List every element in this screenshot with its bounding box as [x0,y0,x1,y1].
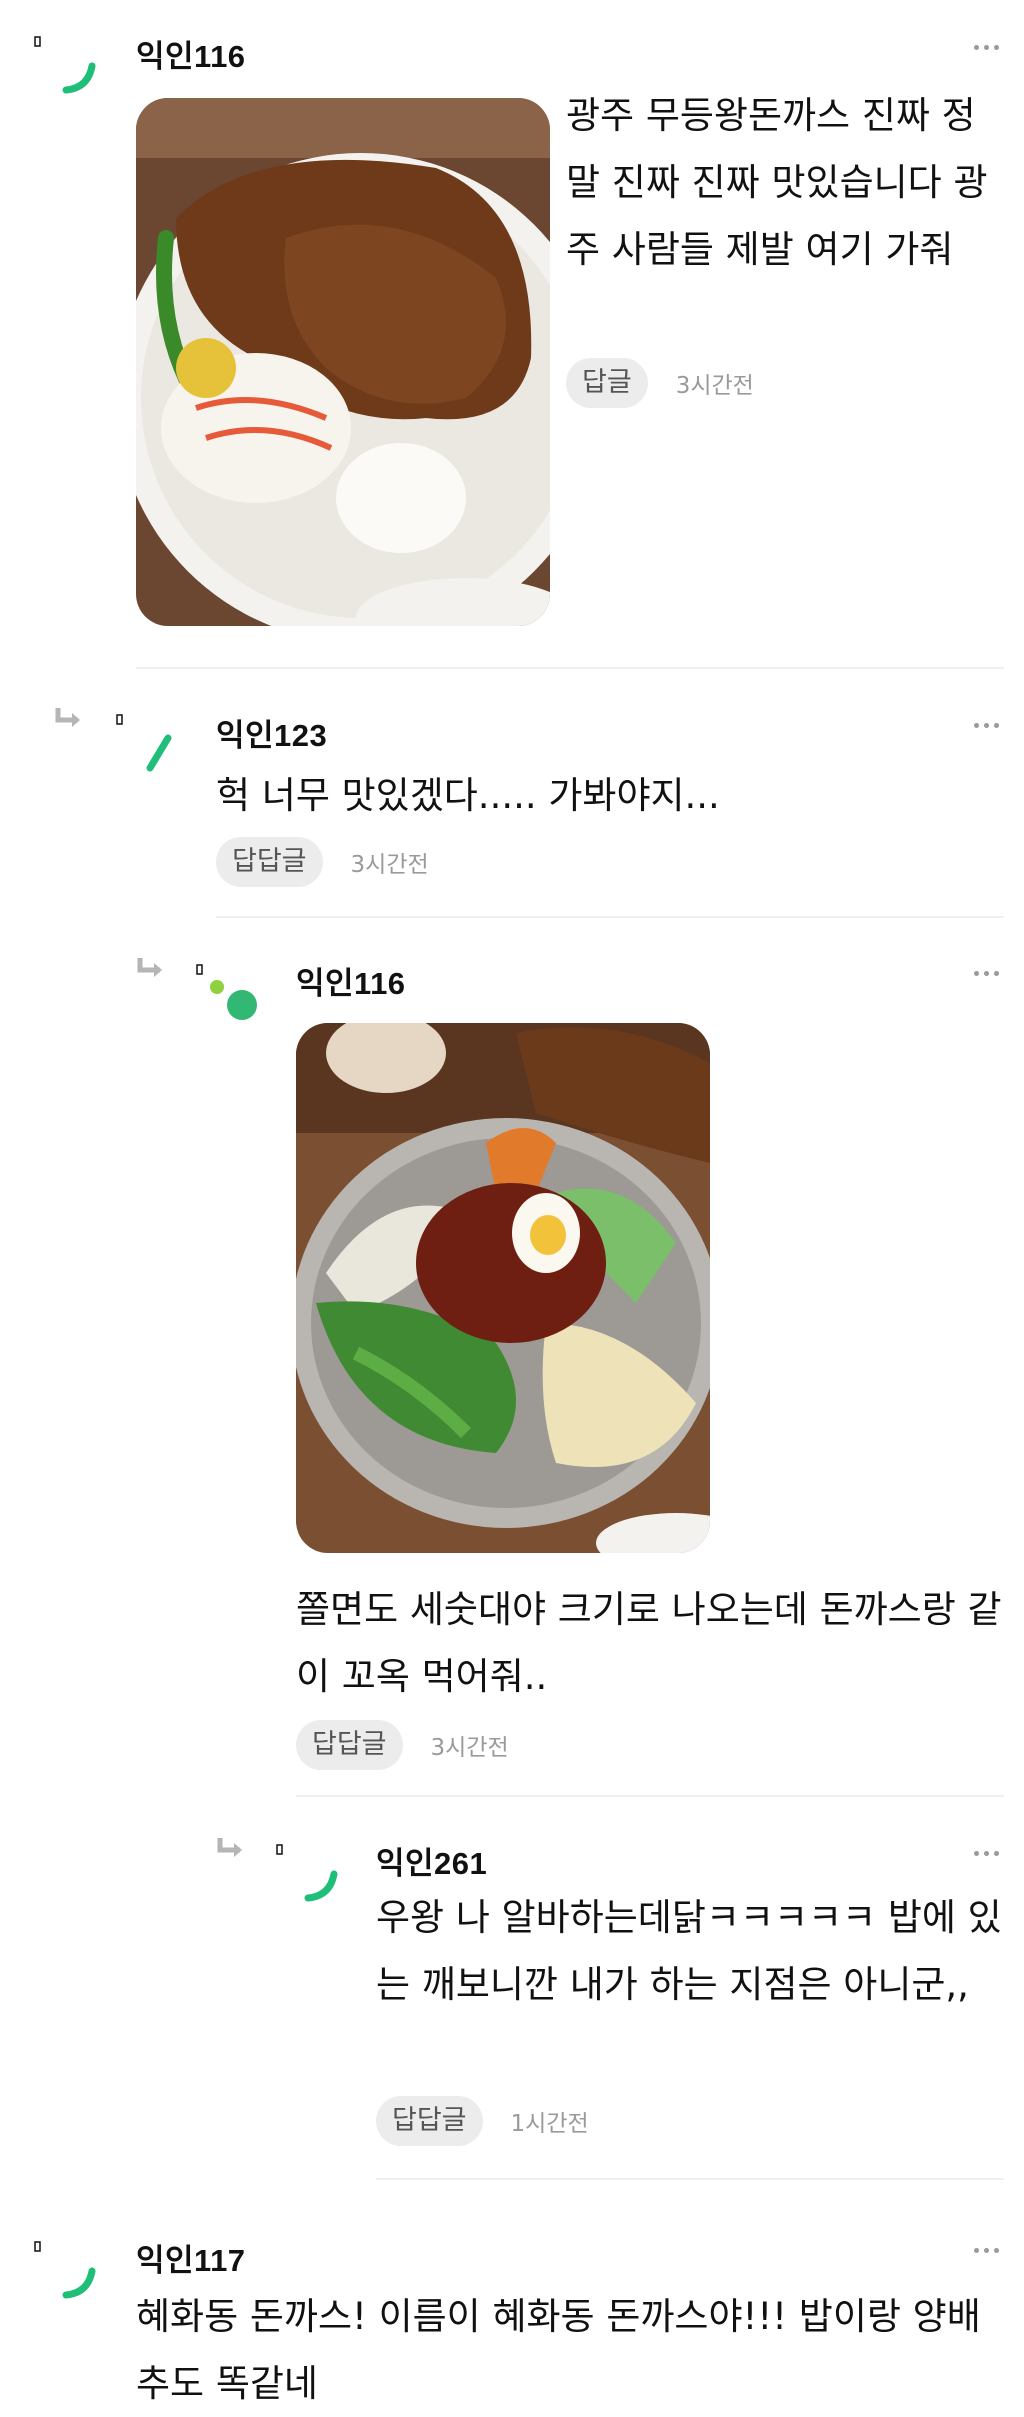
comment-author: 익인261 [376,1846,488,1881]
divider [376,2178,1004,2180]
comment-author: 익인116 [136,39,246,74]
anonymous-avatar-icon [276,1844,338,1902]
reply-button[interactable]: 답답글 [296,1720,403,1770]
comment-meta: 답글 3시간전 [566,358,754,408]
more-dots-icon[interactable] [966,958,1006,988]
comment-text: 헉 너무 맛있겠다..... 가봐야지... [216,774,720,817]
comment-author: 익인117 [136,2243,246,2278]
comment-text: 우왕 나 알바하는데닭ㅋㅋㅋㅋㅋ 밥에 있는 깨보니깐 내가 하는 지점은 아니… [376,1896,1002,2006]
divider [216,916,1004,918]
divider [296,1795,1004,1797]
avatar[interactable] [28,32,108,102]
avatar[interactable] [190,960,270,1030]
comment-author: 익인116 [296,966,406,1001]
reply-button[interactable]: 답글 [566,358,648,408]
comment-time: 3시간전 [350,852,429,878]
more-dots-icon[interactable] [966,1838,1006,1868]
comment-item: 익인116 쫄면도 세숫대야 크기로 나오는데 돈까스랑 같이 꼬옥 먹어줘..… [0,928,1024,1798]
comment-author: 익인123 [216,718,328,753]
more-dots-icon[interactable] [966,710,1006,740]
comment-time: 3시간전 [430,1735,509,1761]
comment-time: 3시간전 [675,373,754,399]
reply-arrow-icon [54,706,84,732]
anonymous-avatar-icon [116,714,172,772]
anonymous-avatar-icon [34,36,96,94]
comment-item: 익인116 광주 무등왕돈까스 진짜 정말 진짜 진짜 맛있습니다 광주 사람들… [0,0,1024,680]
donkatsu-plate-photo[interactable] [136,98,550,626]
comment-time: 1시간전 [510,2111,589,2137]
reply-button[interactable]: 답답글 [376,2096,483,2146]
comment-text: 광주 무등왕돈까스 진짜 정말 진짜 진짜 맛있습니다 광주 사람들 제발 여기… [566,94,988,271]
reply-arrow-icon [216,1836,246,1862]
comment-text: 혜화동 돈까스! 이름이 혜화동 돈까스야!!! 밥이랑 양배추도 똑같네 [136,2295,981,2405]
reply-arrow-icon [136,956,166,982]
anonymous-avatar-icon [196,964,257,1020]
comment-meta: 답답글 3시간전 [296,1720,509,1770]
comment-text: 쫄면도 세숫대야 크기로 나오는데 돈까스랑 같이 꼬옥 먹어줘.. [296,1588,1002,1698]
comment-meta: 답답글 1시간전 [376,2096,589,2146]
comment-item: 익인123 헉 너무 맛있겠다..... 가봐야지... 답답글 3시간전 [0,680,1024,920]
avatar[interactable] [28,2237,108,2307]
more-dots-icon[interactable] [966,2235,1006,2265]
avatar[interactable] [270,1840,350,1910]
anonymous-avatar-icon [34,2241,96,2299]
comment-meta: 답답글 3시간전 [216,837,429,887]
reply-button[interactable]: 답답글 [216,837,323,887]
jjolmyeon-bowl-photo[interactable] [296,1023,710,1553]
comment-item: 익인261 우왕 나 알바하는데닭ㅋㅋㅋㅋㅋ 밥에 있는 깨보니깐 내가 하는 … [0,1808,1024,2190]
avatar[interactable] [110,710,190,780]
divider [136,667,1004,669]
more-dots-icon[interactable] [966,32,1006,62]
comment-item: 익인117 혜화동 돈까스! 이름이 혜화동 돈까스야!!! 밥이랑 양배추도 … [0,2205,1024,2417]
